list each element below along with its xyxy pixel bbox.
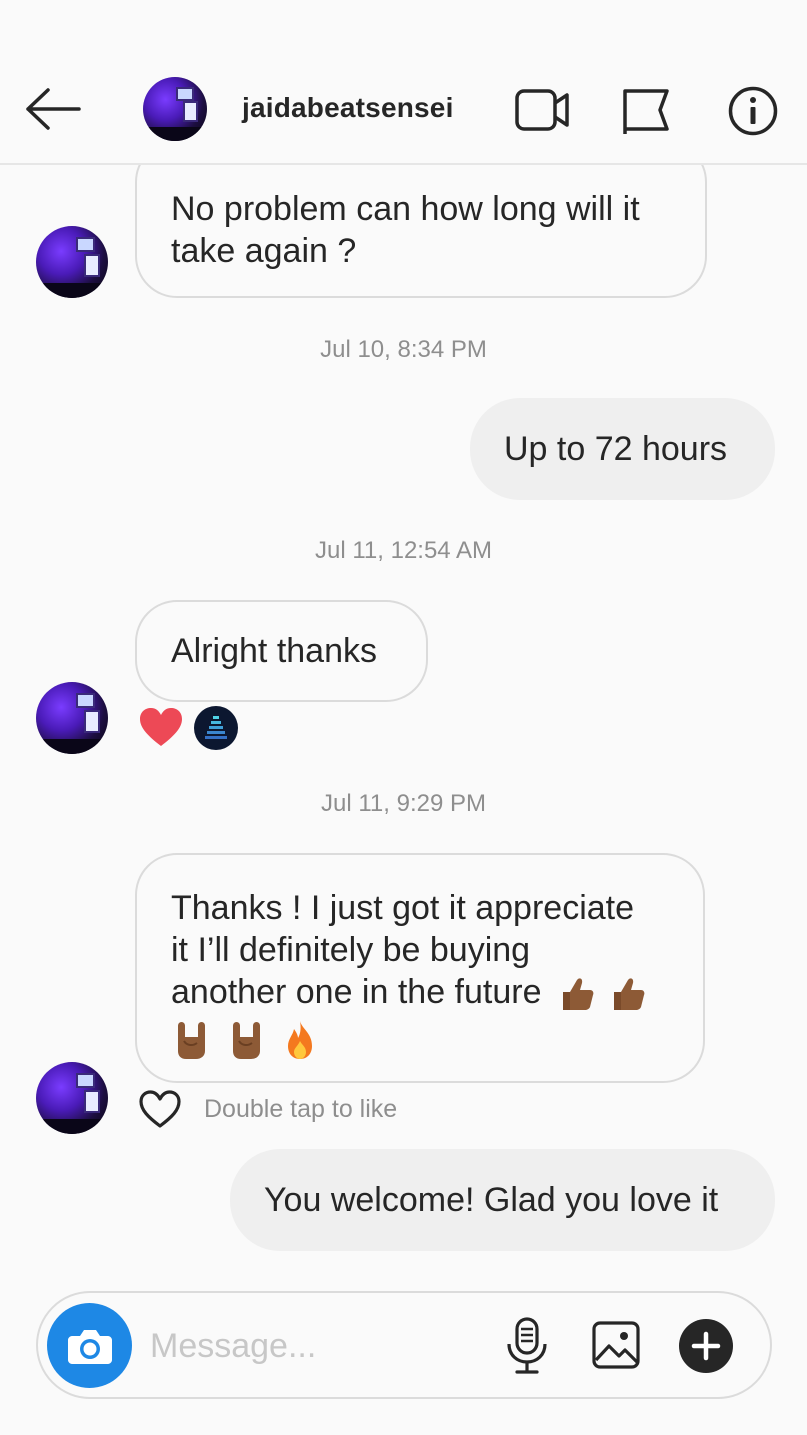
message-text-line: No problem can how long will it [171, 190, 640, 228]
rock-on-emoji-icon [226, 1019, 266, 1060]
timestamp: Jul 11, 9:29 PM [321, 790, 486, 817]
timestamp: Jul 11, 12:54 AM [315, 537, 492, 564]
message-text-row: another one in the future [171, 971, 669, 1014]
back-arrow-icon[interactable] [22, 84, 84, 134]
timestamp: Jul 10, 8:34 PM [320, 336, 487, 363]
video-call-icon[interactable] [512, 86, 572, 134]
heart-reaction-icon[interactable] [138, 706, 184, 748]
message-text-line: take again ? [171, 232, 357, 270]
fire-emoji-icon [282, 1019, 318, 1060]
username[interactable]: jaidabeatsensei [242, 92, 454, 124]
avatar[interactable] [143, 77, 207, 141]
thumbs-up-emoji-icon [608, 974, 648, 1014]
camera-button[interactable] [47, 1303, 132, 1388]
message-text: You welcome! Glad you love it [264, 1181, 719, 1219]
message-text-line: it I’ll definitely be buying [171, 931, 531, 969]
message-input[interactable] [150, 1320, 480, 1372]
like-heart-icon[interactable] [137, 1088, 183, 1130]
thumbs-up-emoji-icon [557, 974, 597, 1014]
incoming-message[interactable]: Alright thanks [135, 600, 428, 702]
double-tap-hint: Double tap to like [204, 1095, 398, 1123]
reactor-avatar[interactable] [194, 706, 238, 750]
camera-icon [66, 1326, 114, 1366]
outgoing-message[interactable]: You welcome! Glad you love it [230, 1149, 775, 1251]
sender-avatar[interactable] [36, 226, 108, 298]
message-text-line: another one in the future [171, 973, 542, 1011]
chat-header: jaidabeatsensei [0, 0, 807, 165]
rock-on-emoji-icon [171, 1019, 211, 1060]
sender-avatar[interactable] [36, 1062, 108, 1134]
message-text: Up to 72 hours [504, 430, 728, 468]
info-icon[interactable] [726, 84, 780, 138]
message-text: Alright thanks [171, 632, 377, 670]
gallery-icon[interactable] [591, 1320, 643, 1372]
outgoing-message[interactable]: Up to 72 hours [470, 398, 775, 500]
emoji-row [171, 1016, 669, 1060]
sender-avatar[interactable] [36, 682, 108, 754]
add-icon[interactable] [679, 1319, 733, 1373]
flag-icon[interactable] [618, 84, 674, 138]
message-text-line: Thanks ! I just got it appreciate [171, 889, 635, 927]
incoming-message[interactable]: Thanks ! I just got it appreciate it I’l… [135, 853, 705, 1083]
microphone-icon[interactable] [504, 1316, 550, 1376]
